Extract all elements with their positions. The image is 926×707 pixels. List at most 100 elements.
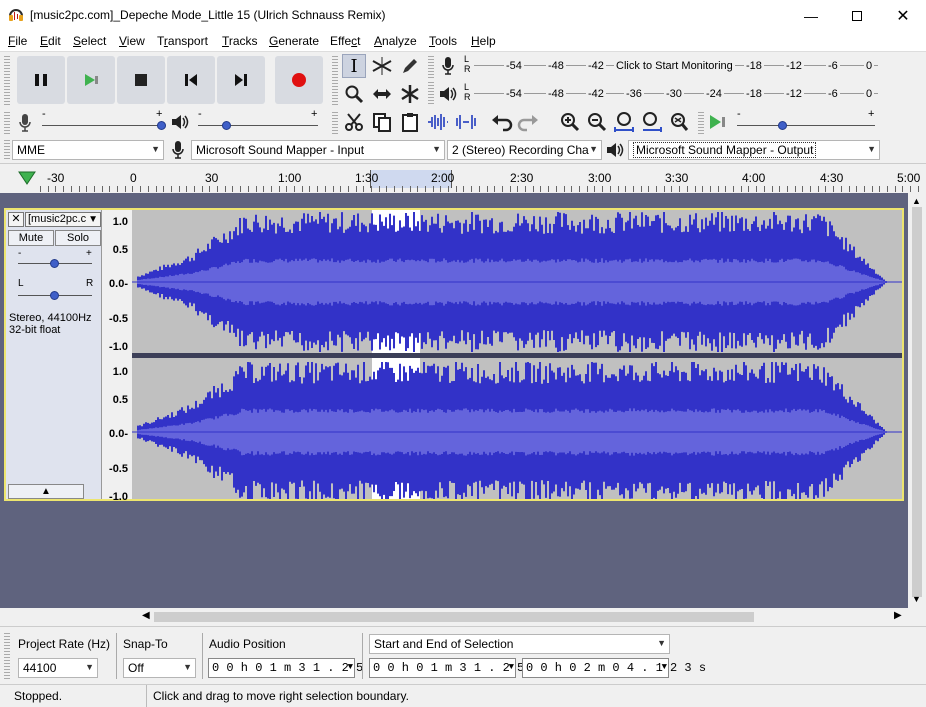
audio-track[interactable]: ✕ [music2pc.c ▼ Mute Solo - + L R Stereo,…: [4, 208, 904, 503]
menu-analyze[interactable]: Analyze: [374, 34, 417, 48]
envelope-tool[interactable]: [370, 54, 394, 78]
time-shift-tool[interactable]: [370, 82, 394, 106]
waveform-display[interactable]: [132, 210, 902, 499]
play-at-speed-button[interactable]: [706, 110, 730, 134]
copy-button[interactable]: [370, 110, 394, 134]
timeline-minor-tick: [710, 186, 711, 192]
zoom-toggle-button[interactable]: [667, 110, 691, 134]
undo-button[interactable]: [490, 110, 514, 134]
menu-tools[interactable]: Tools: [429, 34, 457, 48]
menu-effect[interactable]: Effect: [330, 34, 360, 48]
project-rate-value: 44100: [23, 661, 57, 675]
horizontal-scroll-thumb[interactable]: [154, 612, 754, 622]
device-toolbar-grip[interactable]: [4, 140, 10, 160]
maximize-button[interactable]: [834, 0, 880, 31]
play-meter-grip[interactable]: [428, 82, 434, 104]
tools-toolbar-grip[interactable]: [332, 56, 338, 106]
project-rate-select[interactable]: 44100 ▼: [18, 658, 98, 678]
trim-button[interactable]: [426, 110, 450, 134]
record-volume-slider[interactable]: [157, 121, 166, 130]
play-meter-button[interactable]: [436, 82, 460, 106]
close-icon: ✕: [11, 213, 21, 225]
timeline-minor-tick: [702, 186, 703, 192]
menu-help[interactable]: Help: [471, 34, 496, 48]
track-close-button[interactable]: ✕: [8, 212, 24, 227]
play-speed-slider[interactable]: [778, 121, 787, 130]
vertical-scroll-thumb[interactable]: [912, 207, 922, 597]
pause-button[interactable]: [17, 56, 65, 104]
menu-file[interactable]: File: [8, 34, 27, 48]
play-at-speed-grip[interactable]: [698, 112, 704, 134]
pan-slider[interactable]: [50, 291, 59, 300]
solo-button[interactable]: Solo: [55, 230, 101, 246]
menu-generate[interactable]: Generate: [269, 34, 319, 48]
record-meter-grip[interactable]: [428, 56, 434, 78]
scroll-left-icon[interactable]: ◀: [142, 610, 150, 621]
record-button[interactable]: [275, 56, 323, 104]
edit-toolbar-grip[interactable]: [332, 112, 338, 134]
timeline-minor-tick: [918, 186, 919, 192]
paste-button[interactable]: [398, 110, 422, 134]
selection-end-value: 0 0 h 0 2 m 0 4 . 1 2 3 s: [526, 661, 707, 675]
vertical-scrollbar[interactable]: ▲ ▼: [908, 193, 926, 608]
play-button[interactable]: [67, 56, 115, 104]
mute-button[interactable]: Mute: [8, 230, 54, 246]
timeline-minor-tick: [648, 186, 649, 192]
draw-tool[interactable]: [398, 54, 422, 78]
collapse-track-button[interactable]: ▲: [8, 484, 84, 499]
menu-tracks[interactable]: Tracks: [222, 34, 258, 48]
silence-button[interactable]: [454, 110, 478, 134]
timeline-minor-tick: [779, 186, 780, 192]
play-meter[interactable]: -54 -48 -42 -36 -30 -24 -18 -12 -6 0: [474, 82, 878, 106]
skip-to-start-button[interactable]: [167, 56, 215, 104]
timeline-minor-tick: [618, 186, 619, 192]
horizontal-scrollbar[interactable]: ◀ ▶: [140, 608, 908, 626]
selection-toolbar: Project Rate (Hz) 44100 ▼ Snap-To Off ▼ Au…: [0, 626, 926, 684]
audio-position-field[interactable]: 0 0 h 0 1 m 3 1 . 2 5 5 s ▼: [208, 658, 392, 678]
skip-to-end-icon: [235, 74, 247, 86]
speaker-icon: [440, 87, 457, 101]
menu-select[interactable]: Select: [73, 34, 106, 48]
timeline-minor-tick: [864, 186, 865, 192]
timeline-minor-tick: [248, 186, 249, 192]
minimize-button[interactable]: —: [788, 0, 834, 31]
selection-mode-select[interactable]: Start and End of Selection ▼: [369, 634, 670, 654]
track-panel[interactable]: ✕ [music2pc.c ▼ Mute Solo - + L R Stereo,…: [0, 193, 908, 608]
close-button[interactable]: ✕: [880, 0, 926, 31]
scroll-right-icon[interactable]: ▶: [894, 610, 902, 621]
menu-view[interactable]: View: [119, 34, 145, 48]
fit-project-button[interactable]: [640, 110, 664, 134]
recording-device-select[interactable]: Microsoft Sound Mapper - Input ▼: [191, 140, 445, 160]
zoom-in-button[interactable]: [558, 110, 582, 134]
cut-button[interactable]: [342, 110, 366, 134]
recording-channels-select[interactable]: 2 (Stereo) Recording Chai ▼: [447, 140, 602, 160]
scroll-down-icon[interactable]: ▼: [912, 594, 921, 604]
fit-selection-button[interactable]: [612, 110, 636, 134]
redo-button[interactable]: [516, 110, 540, 134]
record-meter[interactable]: -54 -48 -42 Click to Start Monitoring -18 -12…: [474, 54, 878, 78]
audio-host-select[interactable]: MME ▼: [12, 140, 164, 160]
timeline-ruler[interactable]: -30 0 30 1:00 1:30 2:00 2:30 3:00 3:30 4:00 4:30 5:…: [0, 163, 926, 193]
record-meter-button[interactable]: [436, 54, 460, 78]
playback-device-select[interactable]: Microsoft Sound Mapper - Output ▼: [628, 140, 880, 160]
menu-edit[interactable]: Edit: [40, 34, 61, 48]
timeline-minor-tick: [556, 186, 557, 192]
scroll-up-icon[interactable]: ▲: [912, 196, 921, 206]
zoom-tool[interactable]: [342, 82, 366, 106]
gain-slider[interactable]: [50, 259, 59, 268]
mixer-toolbar-grip[interactable]: [4, 112, 10, 134]
selection-toolbar-grip[interactable]: [4, 633, 10, 679]
zoom-out-button[interactable]: [585, 110, 609, 134]
track-menu-button[interactable]: [music2pc.c ▼: [25, 212, 101, 227]
skip-to-end-button[interactable]: [217, 56, 265, 104]
selection-start-field[interactable]: 0 0 h 0 1 m 3 1 . 2 5 5 s ▼: [369, 658, 553, 678]
menu-transport[interactable]: Transport: [157, 34, 208, 48]
timeline-minor-tick: [448, 186, 449, 192]
selection-end-field[interactable]: 0 0 h 0 2 m 0 4 . 1 2 3 s ▼: [522, 658, 706, 678]
stop-button[interactable]: [117, 56, 165, 104]
play-volume-slider[interactable]: [222, 121, 231, 130]
snap-to-select[interactable]: Off ▼: [123, 658, 196, 678]
transport-toolbar-grip[interactable]: [4, 56, 10, 106]
multi-tool[interactable]: [398, 82, 422, 106]
selection-tool[interactable]: I: [342, 54, 366, 78]
